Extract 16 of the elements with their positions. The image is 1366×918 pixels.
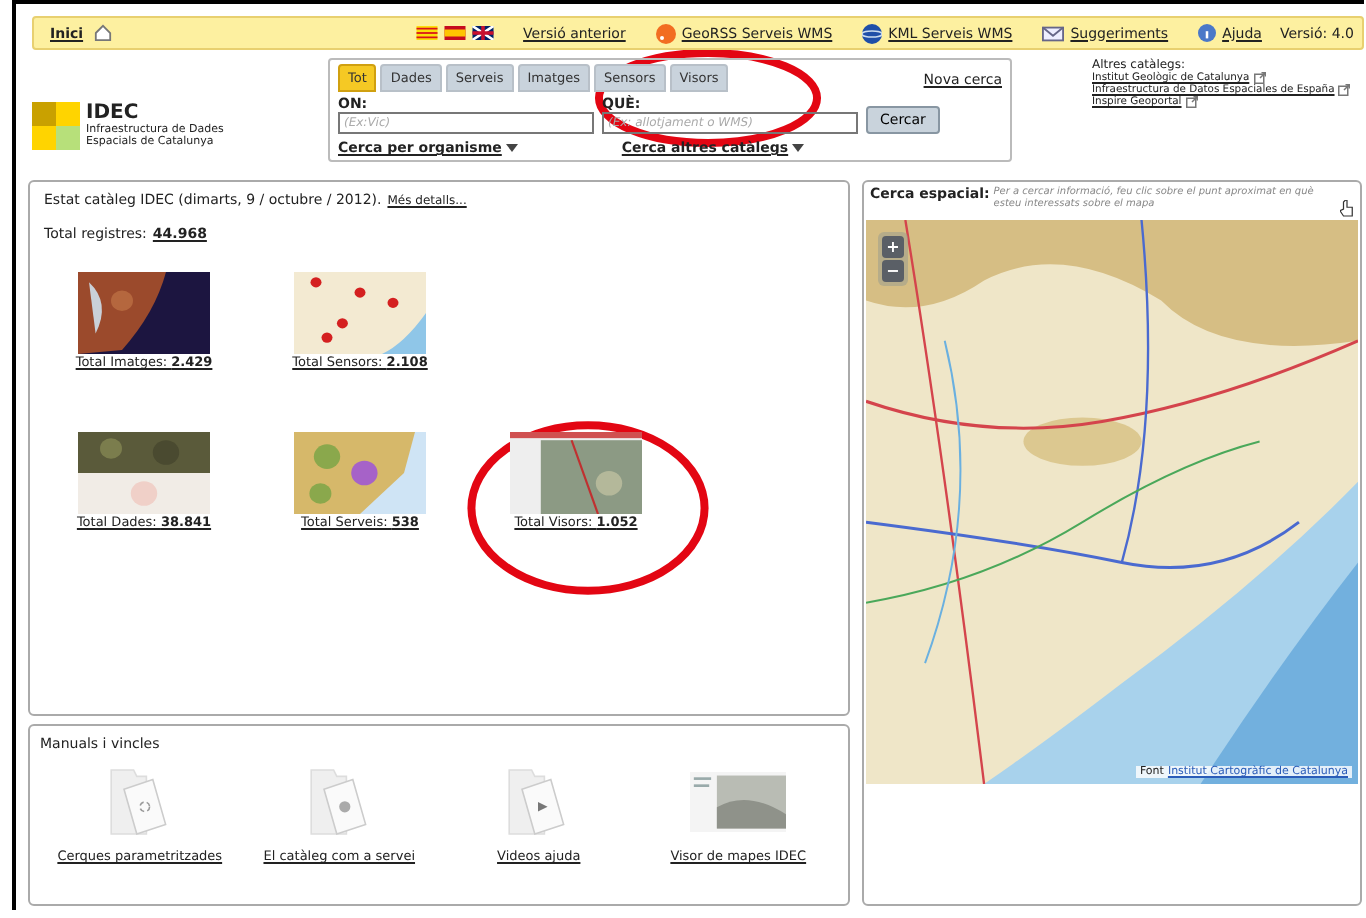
house-icon — [93, 24, 112, 42]
logo-name: IDEC — [86, 101, 139, 124]
zoom-button[interactable]: − — [882, 260, 904, 282]
zoom-button[interactable]: + — [882, 236, 904, 258]
external-link-icon — [1253, 72, 1266, 84]
caret-icon[interactable] — [792, 144, 805, 152]
external-link-icon — [1185, 96, 1198, 108]
rss-icon — [655, 23, 676, 43]
help-icon — [1198, 24, 1217, 42]
flag-icon[interactable] — [471, 26, 494, 40]
globe-icon — [862, 23, 883, 43]
envelope-icon — [1042, 25, 1065, 41]
logo-icon — [32, 101, 80, 149]
external-link-icon — [1338, 84, 1351, 96]
hand-pointer-icon — [1340, 200, 1354, 218]
caret-icon[interactable] — [505, 144, 518, 152]
